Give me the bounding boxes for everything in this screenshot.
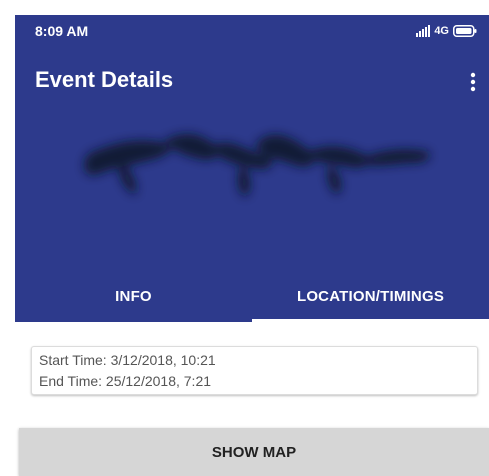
tab-info-label: INFO <box>115 288 152 305</box>
tab-bar: INFO LOCATION/TIMINGS <box>15 271 489 322</box>
tab-info[interactable]: INFO <box>15 271 252 322</box>
tab-location-timings-label: LOCATION/TIMINGS <box>296 288 445 305</box>
status-bar: 8:09 AM 4G <box>15 15 489 47</box>
network-type-label: 4G <box>434 25 449 37</box>
app-bar: 8:09 AM 4G Event Details INFO LOCATION/T… <box>15 15 489 322</box>
tab-location-timings[interactable]: LOCATION/TIMINGS <box>252 271 489 322</box>
selected-tab-indicator <box>252 319 489 322</box>
battery-icon <box>453 25 477 37</box>
show-map-button[interactable]: SHOW MAP <box>19 428 489 476</box>
signal-icon <box>416 25 431 37</box>
status-icons: 4G <box>416 24 477 38</box>
end-time-text: End Time: 25/12/2018, 7:21 <box>39 373 212 389</box>
start-time-text: Start Time: 3/12/2018, 10:21 <box>39 352 216 368</box>
page-title: Event Details <box>35 67 174 92</box>
more-vert-icon[interactable] <box>467 71 479 93</box>
status-time: 8:09 AM <box>35 23 89 39</box>
event-header-image <box>84 133 430 197</box>
event-timings-card: Start Time: 3/12/2018, 10:21 End Time: 2… <box>31 346 478 395</box>
